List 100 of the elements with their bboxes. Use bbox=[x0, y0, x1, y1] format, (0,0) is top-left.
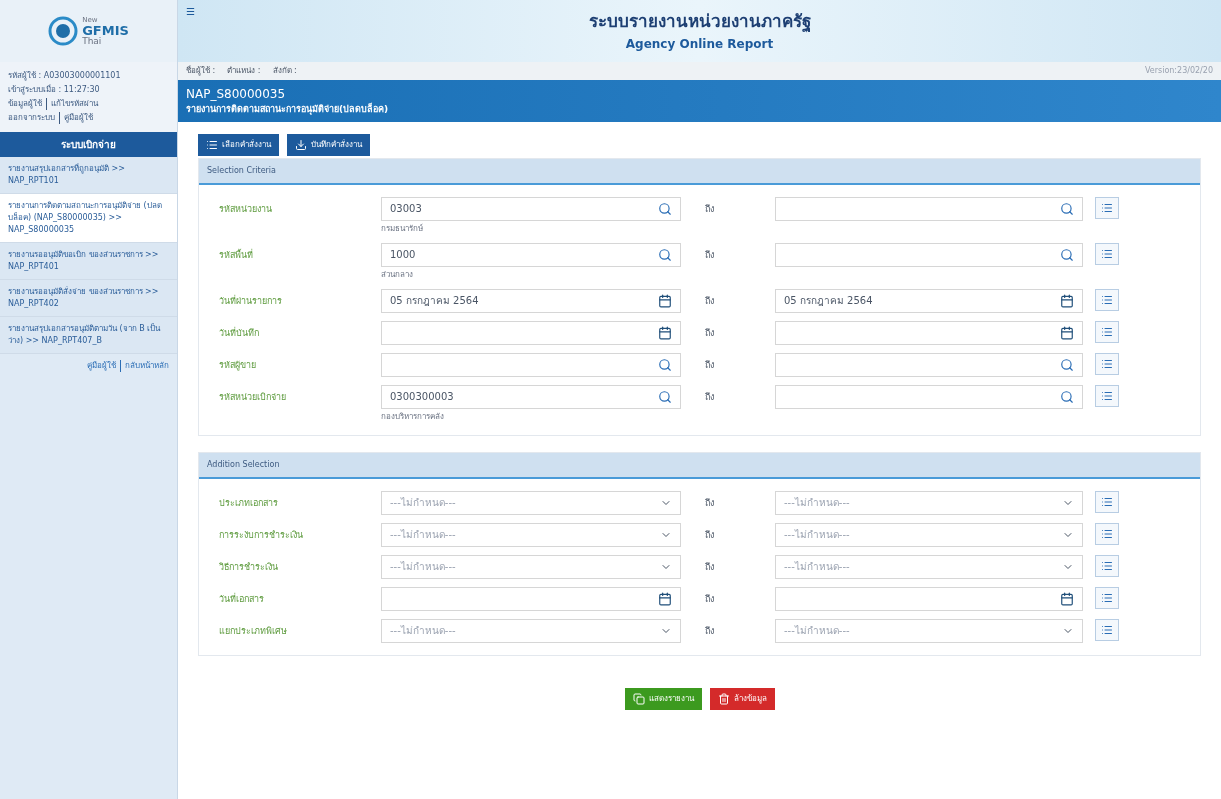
multi-select-button[interactable] bbox=[1095, 288, 1119, 311]
menu-toggle[interactable]: ☰ bbox=[186, 4, 195, 19]
multi-select-button[interactable] bbox=[1095, 586, 1119, 609]
to-label: ถึง bbox=[704, 202, 715, 216]
field-label: รหัสพื้นที่ bbox=[219, 248, 254, 262]
field-label: ประเภทเอกสาร bbox=[219, 496, 279, 510]
calendar-icon bbox=[1060, 293, 1074, 308]
field-label: วันที่บันทึก bbox=[219, 326, 260, 340]
input-field[interactable] bbox=[775, 242, 1083, 267]
user-info-text: เข้าสู่ระบบเมื่อ : 11:27:30 bbox=[8, 84, 101, 96]
input-field[interactable] bbox=[775, 196, 1083, 221]
sidebar-header: ระบบเบิกจ่าย bbox=[0, 132, 177, 157]
user-link[interactable]: ข้อมูลผู้ใช้ bbox=[8, 98, 42, 110]
field-label: รหัสผู้ขาย bbox=[219, 358, 257, 372]
section-header: Selection Criteria bbox=[199, 158, 1200, 185]
logo-sub-text: Thai bbox=[82, 36, 103, 46]
sidebar-item[interactable]: รายงานรออนุมัติสั่งจ่าย ของส่วนราชการ >> NAP_RPT402 bbox=[0, 280, 177, 317]
input-field[interactable]: 05 กรกฎาคม 2564 bbox=[775, 288, 1083, 313]
sidebar-item[interactable]: รายงานสรุปเอกสารที่ถูกอนุมัติ >> NAP_RPT101 bbox=[0, 157, 177, 194]
search-icon bbox=[1060, 357, 1074, 372]
user-info-text: รหัสผู้ใช้ : A03003000001101 bbox=[8, 70, 122, 82]
input-field[interactable] bbox=[775, 320, 1083, 345]
copy-icon bbox=[632, 692, 645, 705]
to-label: ถึง bbox=[704, 358, 715, 372]
search-icon bbox=[658, 247, 672, 262]
system-subtitle: Agency Online Report bbox=[625, 35, 774, 53]
user-link[interactable]: ออกจากระบบ bbox=[8, 112, 55, 124]
to-label: ถึง bbox=[704, 248, 715, 262]
input-field[interactable] bbox=[775, 586, 1083, 611]
to-label: ถึง bbox=[704, 528, 715, 542]
calendar-icon bbox=[658, 293, 672, 308]
search-icon bbox=[1060, 201, 1074, 216]
field-note: กองบริหารการคลัง bbox=[381, 410, 445, 423]
user-link[interactable]: คู่มือผู้ใช้ bbox=[59, 112, 93, 124]
input-field[interactable] bbox=[381, 320, 681, 345]
multi-select-button[interactable] bbox=[1095, 352, 1119, 375]
page-code: NAP_S80000035 bbox=[186, 86, 287, 102]
field-label: รหัสหน่วยเบิกจ่าย bbox=[219, 390, 287, 404]
search-icon bbox=[1060, 247, 1074, 262]
list-icon bbox=[1101, 527, 1113, 540]
multi-select-button[interactable] bbox=[1095, 384, 1119, 407]
input-field[interactable]: 03003 bbox=[381, 196, 681, 221]
field-label: วันที่เอกสาร bbox=[219, 592, 265, 606]
to-label: ถึง bbox=[704, 326, 715, 340]
list-icon bbox=[206, 138, 218, 151]
user-bar-label: สังกัด : bbox=[272, 65, 297, 77]
page-title: รายงานการติดตามสถานะการอนุมัติจ่าย(ปลดบล็อค) bbox=[186, 103, 390, 117]
toolbar-button[interactable]: บันทึกคำสั่งงาน bbox=[287, 133, 370, 156]
list-icon bbox=[1101, 559, 1113, 572]
user-bar-label: ชื่อผู้ใช้ : bbox=[186, 65, 216, 77]
action-button[interactable]: แสดงรายงาน bbox=[624, 687, 702, 710]
calendar-icon bbox=[1060, 591, 1074, 606]
input-field[interactable]: 1000 bbox=[381, 242, 681, 267]
multi-select-button[interactable] bbox=[1095, 618, 1119, 641]
multi-select-button[interactable] bbox=[1095, 522, 1119, 545]
logo-icon bbox=[48, 16, 79, 46]
field-note: ส่วนกลาง bbox=[381, 268, 414, 281]
field-label: การระงับการชำระเงิน bbox=[219, 528, 304, 542]
input-field[interactable] bbox=[775, 384, 1083, 409]
input-field[interactable] bbox=[381, 586, 681, 611]
list-icon bbox=[1101, 389, 1113, 402]
multi-select-button[interactable] bbox=[1095, 320, 1119, 343]
search-icon bbox=[658, 389, 672, 404]
input-field[interactable]: 0300300003 bbox=[381, 384, 681, 409]
field-note: กรมธนารักษ์ bbox=[381, 222, 424, 235]
sidebar-item[interactable]: รายงานสรุปเอกสารอนุมัติตามวัน (จาก B เป็น ว่าง) >> NAP_RPT407_B bbox=[0, 317, 177, 354]
system-title: ระบบรายงานหน่วยงานภาครัฐ bbox=[588, 10, 811, 34]
list-icon bbox=[1101, 247, 1113, 260]
multi-select-button[interactable] bbox=[1095, 196, 1119, 219]
calendar-icon bbox=[658, 591, 672, 606]
footer-link[interactable]: คู่มือผู้ใช้ bbox=[87, 360, 116, 372]
action-button[interactable]: ล้างข้อมูล bbox=[709, 687, 775, 710]
input-field[interactable] bbox=[381, 352, 681, 377]
list-icon bbox=[1101, 591, 1113, 604]
logo-text: GFMIS bbox=[82, 23, 129, 37]
version-text: Version:23/02/20 bbox=[1144, 65, 1213, 77]
user-link[interactable]: แก้ไขรหัสผ่าน bbox=[46, 98, 98, 110]
multi-select-button[interactable] bbox=[1095, 554, 1119, 577]
to-label: ถึง bbox=[704, 294, 715, 308]
to-label: ถึง bbox=[704, 624, 715, 638]
sidebar-item[interactable]: รายงานการติดตามสถานะการอนุมัติจ่าย (ปลดบล็อค) (NAP_S80000035) >> NAP_S80000035 bbox=[0, 194, 177, 243]
input-field[interactable]: 05 กรกฎาคม 2564 bbox=[381, 288, 681, 313]
calendar-icon bbox=[1060, 325, 1074, 340]
calendar-icon bbox=[658, 325, 672, 340]
search-icon bbox=[658, 201, 672, 216]
search-icon bbox=[1060, 389, 1074, 404]
to-label: ถึง bbox=[704, 496, 715, 510]
toolbar-button[interactable]: เลือกคำสั่งงาน bbox=[198, 133, 279, 156]
list-icon bbox=[1101, 293, 1113, 306]
field-label: วิธีการชำระเงิน bbox=[219, 560, 279, 574]
multi-select-button[interactable] bbox=[1095, 490, 1119, 513]
footer-link[interactable]: กลับหน้าหลัก bbox=[120, 360, 169, 372]
list-icon bbox=[1101, 201, 1113, 214]
sidebar-item[interactable]: รายงานรออนุมัติขอเบิก ของส่วนราชการ >> NAP_RPT401 bbox=[0, 243, 177, 280]
to-label: ถึง bbox=[704, 592, 715, 606]
multi-select-button[interactable] bbox=[1095, 242, 1119, 265]
list-icon bbox=[1101, 623, 1113, 636]
field-label: รหัสหน่วยงาน bbox=[219, 202, 273, 216]
field-label: วันที่ผ่านรายการ bbox=[219, 294, 283, 308]
input-field[interactable] bbox=[775, 352, 1083, 377]
